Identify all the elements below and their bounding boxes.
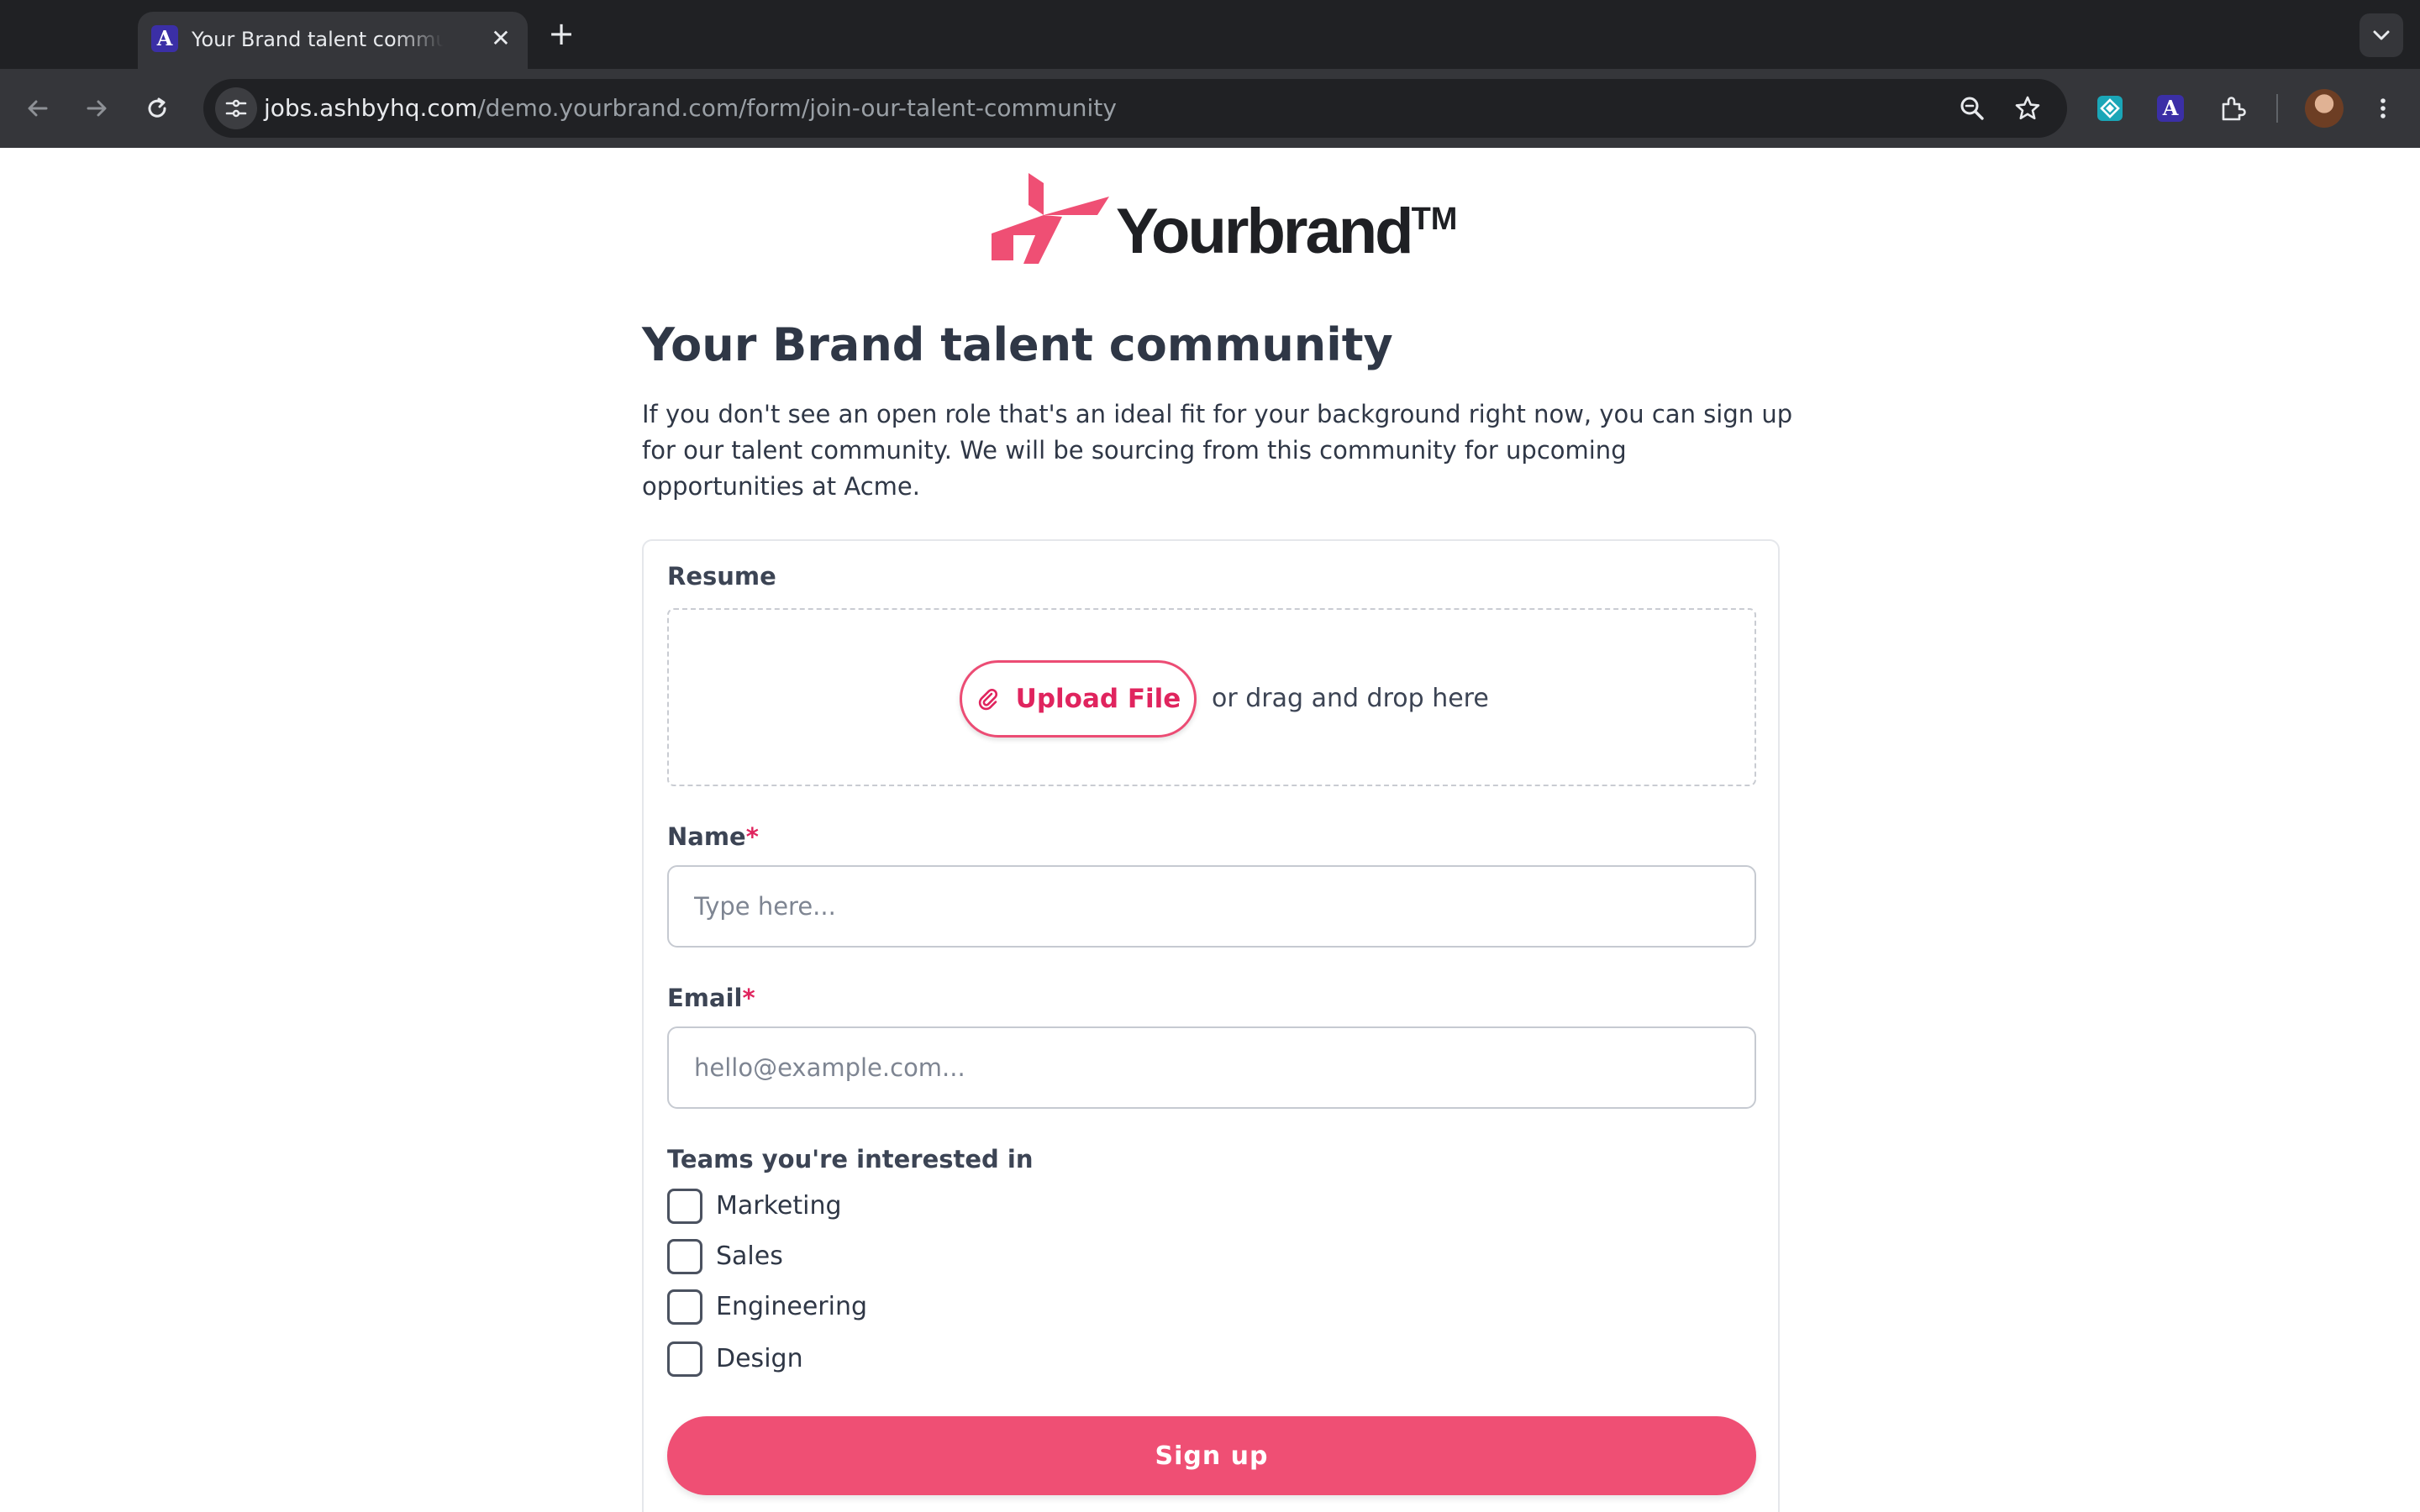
checkbox[interactable] (667, 1239, 702, 1274)
required-mark: * (742, 984, 755, 1012)
brand-mark-icon (992, 173, 1109, 264)
address-bar[interactable]: jobs.ashbyhq.com/demo.yourbrand.com/form… (203, 79, 2067, 138)
email-label-text: Email (667, 984, 743, 1012)
paperclip-icon (978, 688, 997, 711)
forward-icon[interactable] (76, 87, 118, 129)
browser-tab[interactable]: A Your Brand talent community ✕ (138, 12, 528, 69)
new-tab-icon[interactable]: + (543, 15, 580, 52)
close-icon[interactable]: ✕ (486, 24, 516, 54)
brand-name: Yourbrand (1116, 196, 1414, 267)
menu-icon[interactable] (2362, 87, 2404, 129)
resume-dropzone[interactable]: Upload File or drag and drop here (667, 608, 1756, 786)
site-info-icon[interactable] (215, 87, 257, 129)
profile-avatar[interactable] (2305, 89, 2344, 128)
brand-wordmark: YourbrandTM (1116, 173, 1458, 267)
teams-label: Teams you're interested in (667, 1145, 1034, 1173)
page-content: YourbrandTM Your Brand talent community … (0, 148, 2420, 1512)
url-host: jobs.ashbyhq.com (264, 94, 478, 122)
drag-drop-hint: or drag and drop here (1212, 684, 1489, 713)
resume-label: Resume (667, 562, 776, 591)
team-option-label: Marketing (716, 1191, 842, 1221)
name-input[interactable] (667, 865, 1756, 948)
toolbar-divider (2276, 94, 2278, 123)
checkbox[interactable] (667, 1289, 702, 1325)
page-description: If you don't see an open role that's an … (642, 400, 1793, 501)
team-option-engineering[interactable]: Engineering (667, 1287, 867, 1327)
tab-title: Your Brand talent community (192, 28, 444, 51)
zoom-icon[interactable] (1951, 87, 1993, 129)
browser-tab-strip: A Your Brand talent community ✕ + (0, 0, 2420, 69)
tab-search-icon[interactable] (2360, 13, 2403, 57)
page-title: Your Brand talent community (642, 318, 1393, 371)
name-label-text: Name (667, 822, 746, 851)
browser-toolbar: jobs.ashbyhq.com/demo.yourbrand.com/form… (0, 69, 2420, 148)
team-option-sales[interactable]: Sales (667, 1236, 783, 1277)
extensions-icon[interactable] (2212, 87, 2254, 129)
checkbox[interactable] (667, 1189, 702, 1224)
team-option-label: Sales (716, 1242, 783, 1271)
extension-diamond-icon[interactable] (2089, 87, 2131, 129)
brand-logo: YourbrandTM (992, 173, 1462, 267)
upload-file-label: Upload File (1015, 684, 1181, 714)
team-option-marketing[interactable]: Marketing (667, 1186, 842, 1226)
email-label: Email* (667, 981, 755, 1015)
sign-up-button[interactable]: Sign up (667, 1416, 1756, 1495)
brand-trademark: TM (1411, 202, 1458, 237)
back-icon[interactable] (17, 87, 59, 129)
url-path: /demo.yourbrand.com/form/join-our-talent… (477, 94, 1117, 122)
reload-icon[interactable] (136, 87, 178, 129)
application-form: Resume Upload File or drag and drop here… (642, 539, 1780, 1512)
ashby-favicon-icon: A (151, 25, 178, 52)
checkbox[interactable] (667, 1341, 702, 1377)
team-option-design[interactable]: Design (667, 1339, 803, 1379)
required-mark: * (745, 822, 759, 851)
sign-up-label: Sign up (1155, 1441, 1269, 1471)
ashby-extension-icon[interactable]: A (2149, 87, 2191, 129)
team-option-label: Design (716, 1344, 803, 1373)
bookmark-star-icon[interactable] (2007, 87, 2049, 129)
email-input[interactable] (667, 1026, 1756, 1109)
name-label: Name* (667, 820, 759, 853)
url-text[interactable]: jobs.ashbyhq.com/demo.yourbrand.com/form… (264, 91, 1117, 126)
ashby-extension-letter: A (2157, 95, 2184, 122)
upload-file-button[interactable]: Upload File (960, 660, 1197, 738)
team-option-label: Engineering (716, 1292, 867, 1321)
